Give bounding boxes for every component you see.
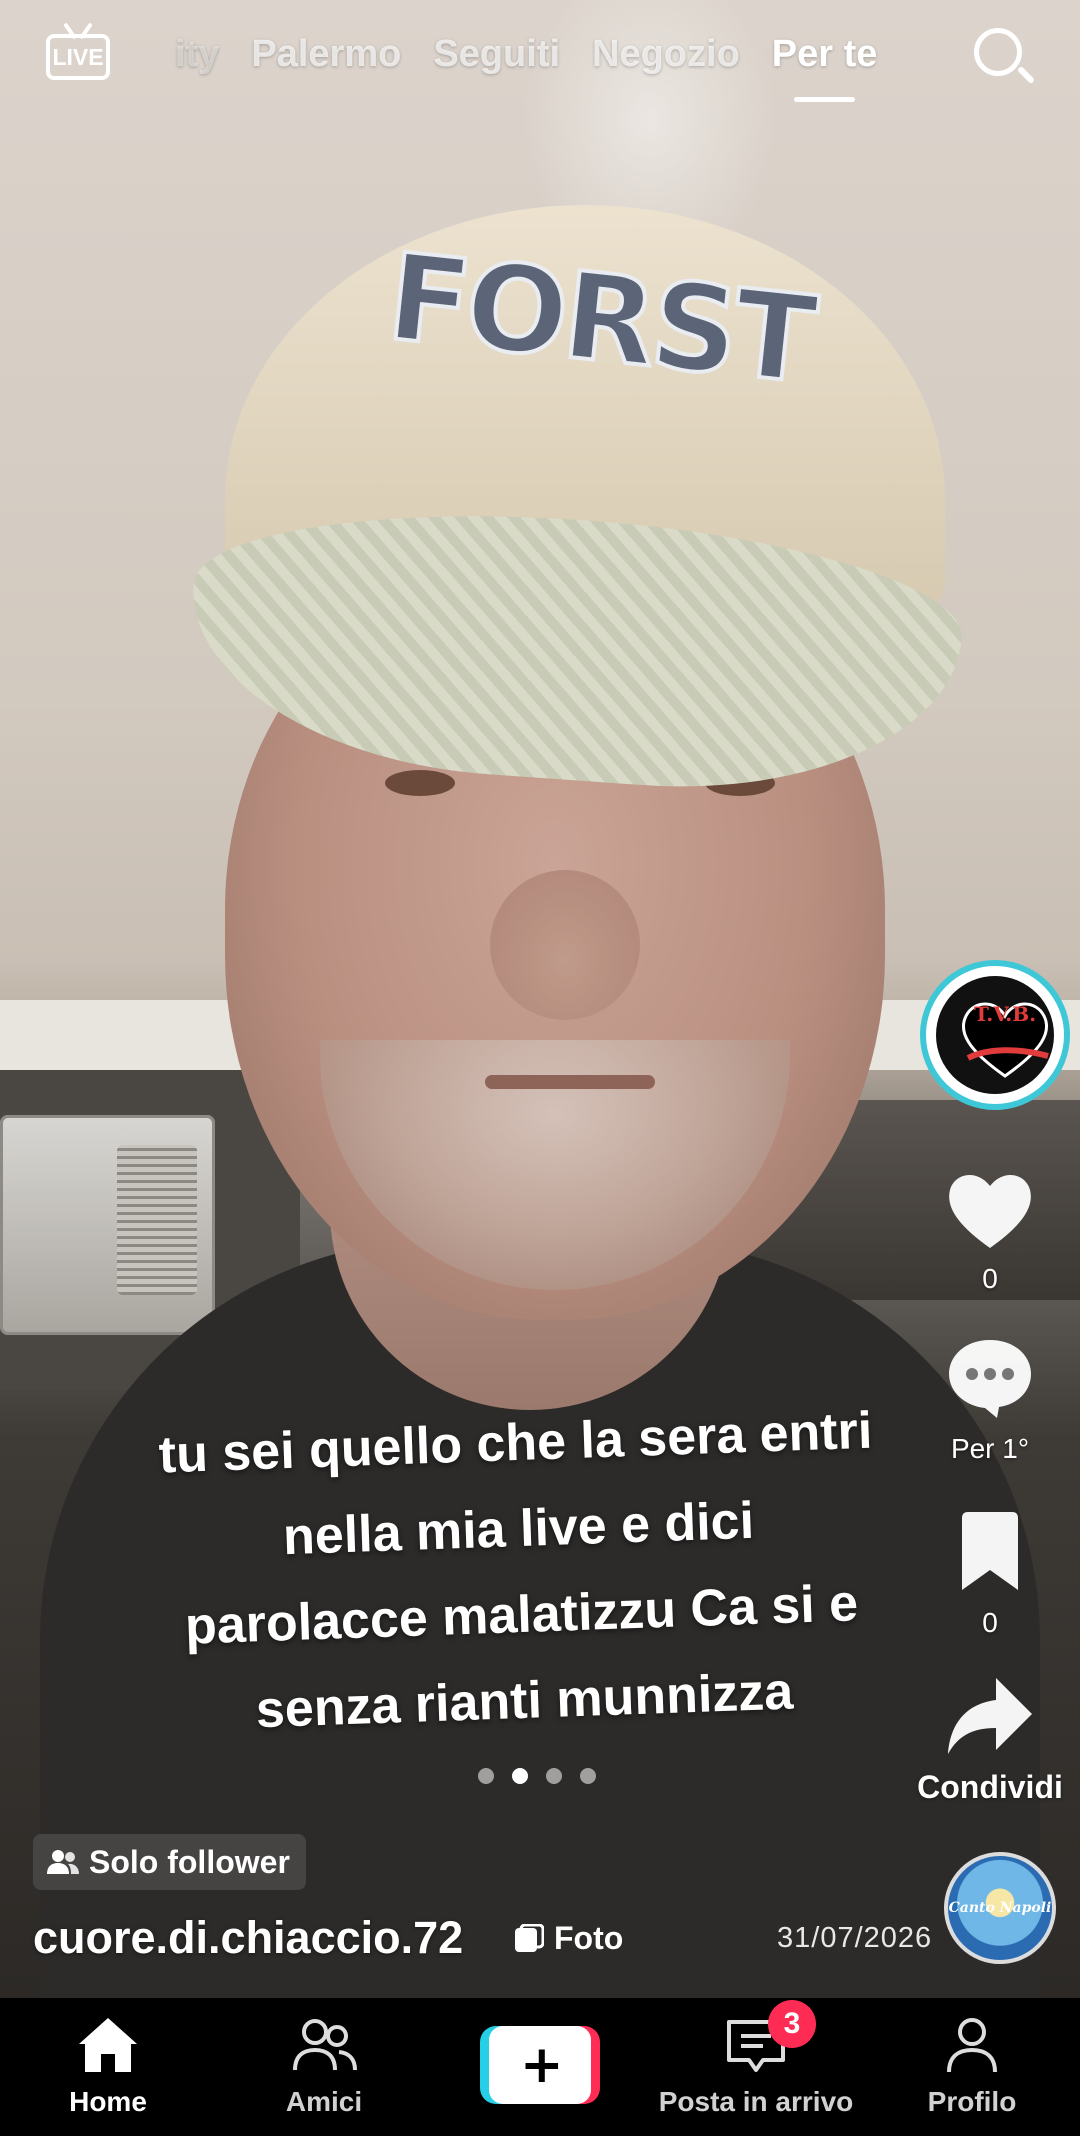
- follower-only-badge: Solo follower: [33, 1834, 306, 1890]
- top-bar: LIVE ity Palermo Seguiti Negozio Per te: [0, 0, 1080, 120]
- person-eye-left: [385, 770, 455, 796]
- comment-button[interactable]: Per 1°: [900, 1336, 1080, 1465]
- people-icon: [47, 1850, 79, 1874]
- save-count: 0: [982, 1607, 998, 1638]
- creator-username[interactable]: cuore.di.chiaccio.72: [33, 1912, 463, 1964]
- person-mouth: [485, 1075, 655, 1089]
- share-label: Condividi: [917, 1769, 1063, 1805]
- nav-home[interactable]: Home: [0, 1998, 216, 2136]
- bottom-nav: Home Amici + 3 Posta in arrivo Profilo: [0, 1998, 1080, 2136]
- like-button[interactable]: 0: [900, 1168, 1080, 1295]
- avatar-image: T.V.B.: [936, 976, 1054, 1094]
- follower-badge-label: Solo follower: [89, 1843, 290, 1880]
- nav-home-label: Home: [69, 2086, 147, 2117]
- search-icon-handle: [1016, 65, 1036, 85]
- tab-palermo[interactable]: Palermo: [251, 33, 401, 76]
- create-button[interactable]: +: [480, 2026, 600, 2104]
- carousel-dot[interactable]: [546, 1768, 562, 1784]
- carousel-dot[interactable]: [478, 1768, 494, 1784]
- avatar-text: T.V.B.: [973, 1002, 1037, 1026]
- music-disc-label: Canto Napoli: [948, 1900, 1052, 1916]
- tab-per-te[interactable]: Per te: [772, 33, 877, 102]
- photo-icon: [515, 1923, 544, 1952]
- tab-negozio[interactable]: Negozio: [592, 33, 740, 76]
- live-tv-icon: LIVE: [46, 34, 110, 80]
- share-button[interactable]: Condividi: [900, 1676, 1080, 1806]
- nav-inbox-label: Posta in arrivo: [658, 2086, 854, 2117]
- person-nose: [490, 870, 640, 1020]
- nav-create[interactable]: +: [432, 1998, 648, 2136]
- comment-icon: [949, 1340, 1031, 1418]
- search-icon: [974, 28, 1022, 76]
- inbox-badge: 3: [768, 2000, 816, 2048]
- home-icon: [79, 2018, 137, 2072]
- post-date-value: 31/07/2026: [777, 1922, 933, 1954]
- profile-icon: [947, 2018, 997, 2073]
- feed-tabs: ity Palermo Seguiti Negozio Per te: [175, 24, 909, 102]
- heart-icon: [949, 1174, 1031, 1248]
- music-disc[interactable]: Canto Napoli: [944, 1852, 1056, 1964]
- carousel-dot-active[interactable]: [512, 1768, 528, 1784]
- carousel-dot[interactable]: [580, 1768, 596, 1784]
- create-plus-icon: +: [520, 2035, 564, 2095]
- bookmark-icon: [962, 1512, 1018, 1590]
- post-caption: tu sei quello che la sera entri nella mi…: [114, 1386, 926, 1758]
- creator-avatar[interactable]: T.V.B.: [920, 960, 1070, 1110]
- tab-seguiti[interactable]: Seguiti: [433, 33, 560, 76]
- live-button[interactable]: LIVE: [40, 18, 120, 88]
- comment-label: Per 1°: [950, 1433, 1030, 1464]
- nav-inbox[interactable]: 3 Posta in arrivo: [648, 1998, 864, 2136]
- nav-friends-label: Amici: [285, 2086, 363, 2117]
- post-type-tag: Foto: [514, 1920, 623, 1957]
- nav-profile[interactable]: Profilo: [864, 1998, 1080, 2136]
- search-button[interactable]: [968, 22, 1038, 92]
- friends-icon: [293, 2019, 357, 2071]
- share-arrow-icon: [948, 1678, 1032, 1754]
- post-type-label: Foto: [554, 1920, 624, 1956]
- nav-friends[interactable]: Amici: [216, 1998, 432, 2136]
- tab-community[interactable]: ity: [175, 33, 219, 76]
- like-count: 0: [982, 1263, 998, 1294]
- nav-profile-label: Profilo: [927, 2086, 1017, 2117]
- appliance: [0, 1115, 215, 1335]
- carousel-indicator: [478, 1768, 596, 1784]
- save-button[interactable]: 0: [900, 1512, 1080, 1639]
